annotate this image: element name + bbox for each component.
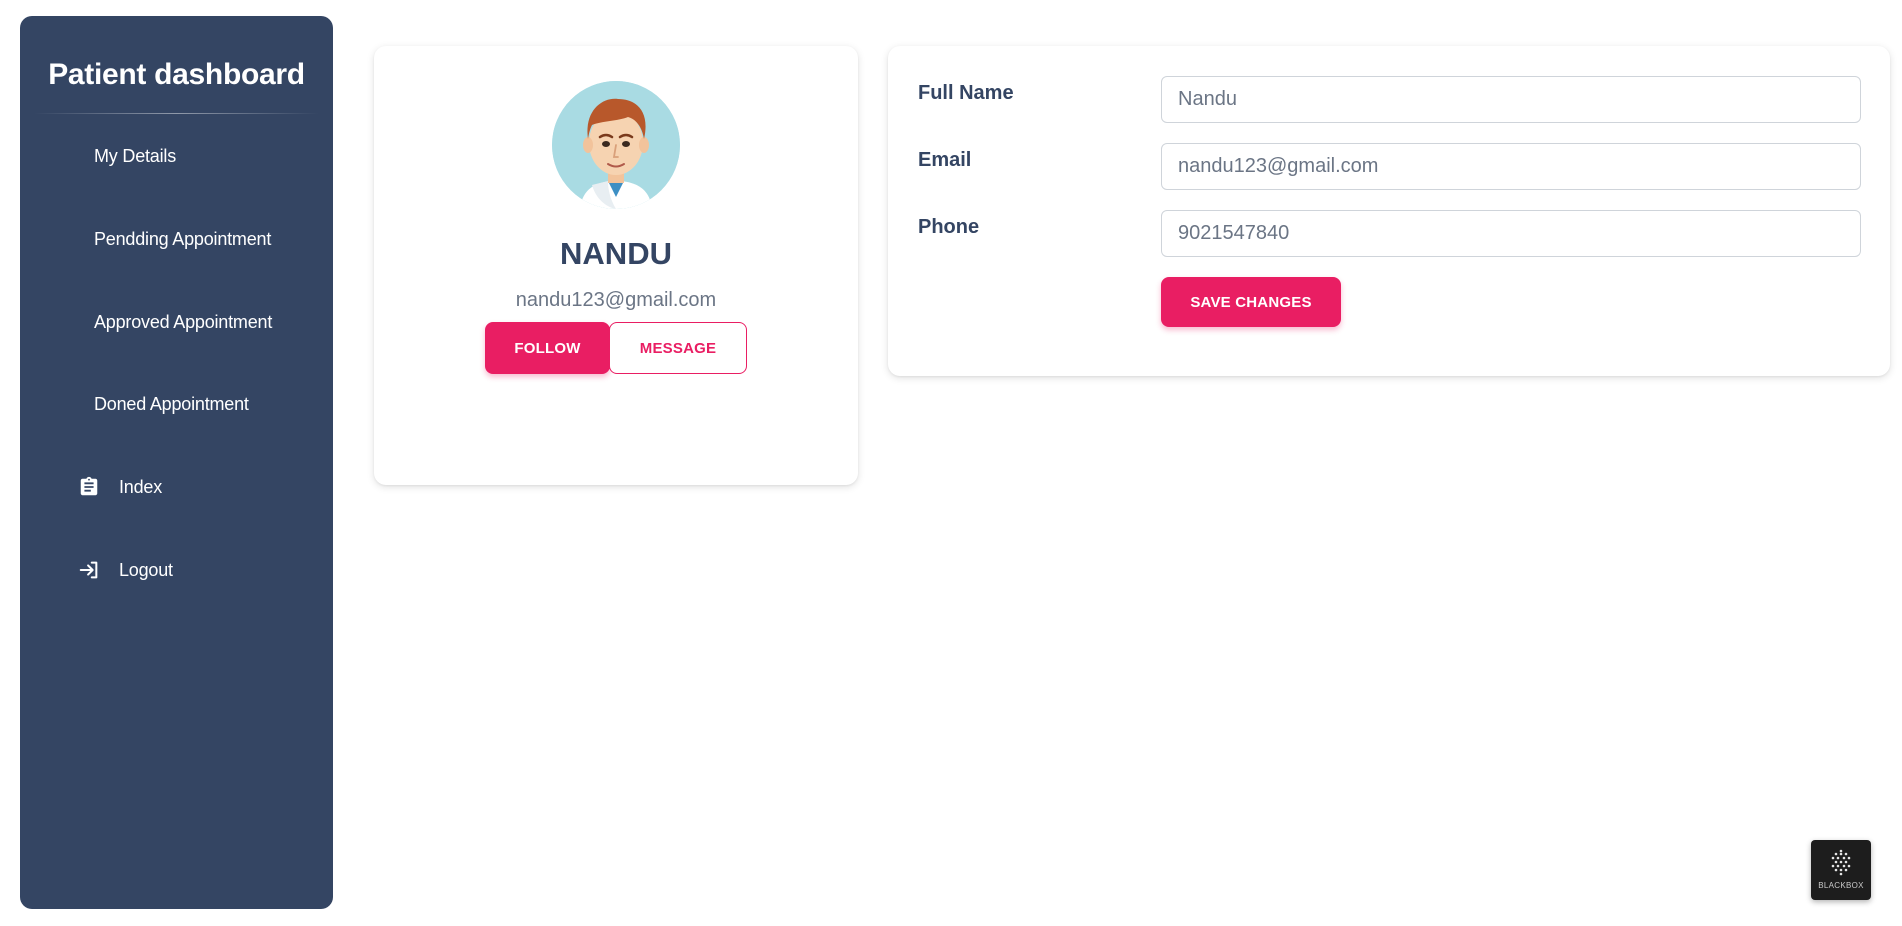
- profile-name: NANDU: [560, 236, 672, 271]
- save-changes-button[interactable]: SAVE CHANGES: [1161, 277, 1341, 327]
- follow-button[interactable]: FOLLOW: [485, 322, 610, 374]
- details-form-card: Full Name Email Phone SAVE CHANGES: [888, 46, 1890, 376]
- email-field[interactable]: [1161, 143, 1861, 190]
- sidebar-title: Patient dashboard: [48, 58, 305, 91]
- message-button[interactable]: MESSAGE: [609, 322, 747, 374]
- full-name-field[interactable]: [1161, 76, 1861, 123]
- sidebar-item-label: Pendding Appointment: [94, 228, 272, 249]
- sidebar-item-label: Logout: [119, 559, 173, 580]
- sidebar-item-doned-appointment[interactable]: Doned Appointment: [20, 384, 333, 424]
- sidebar-item-index[interactable]: Index: [20, 467, 333, 507]
- sidebar-item-logout[interactable]: Logout: [20, 550, 333, 590]
- blackbox-logo-icon: [1831, 849, 1851, 876]
- sidebar-item-label: Index: [119, 476, 163, 497]
- sidebar-divider: [34, 113, 319, 114]
- sidebar-item-label: Approved Appointment: [94, 311, 273, 332]
- clipboard-icon: [78, 476, 100, 498]
- sidebar-item-approved-appointment[interactable]: Approved Appointment: [20, 302, 333, 342]
- email-label: Email: [918, 149, 972, 171]
- sidebar-item-label: My Details: [94, 145, 177, 166]
- logout-icon: [78, 559, 100, 581]
- profile-email: nandu123@gmail.com: [515, 289, 717, 311]
- male-avatar-icon: [552, 81, 680, 209]
- phone-field[interactable]: [1161, 210, 1861, 257]
- badge-text: BLACKBOX: [1818, 881, 1864, 890]
- full-name-label: Full Name: [918, 82, 1014, 104]
- sidebar: Patient dashboard My Details Pendding Ap…: [20, 16, 333, 909]
- profile-card: NANDU nandu123@gmail.com FOLLOW MESSAGE: [374, 46, 858, 485]
- sidebar-item-my-details[interactable]: My Details: [20, 136, 333, 176]
- sidebar-item-label: Doned Appointment: [94, 393, 249, 414]
- blackbox-badge[interactable]: BLACKBOX: [1811, 840, 1871, 900]
- sidebar-item-pending-appointment[interactable]: Pendding Appointment: [20, 219, 333, 259]
- phone-label: Phone: [918, 216, 980, 238]
